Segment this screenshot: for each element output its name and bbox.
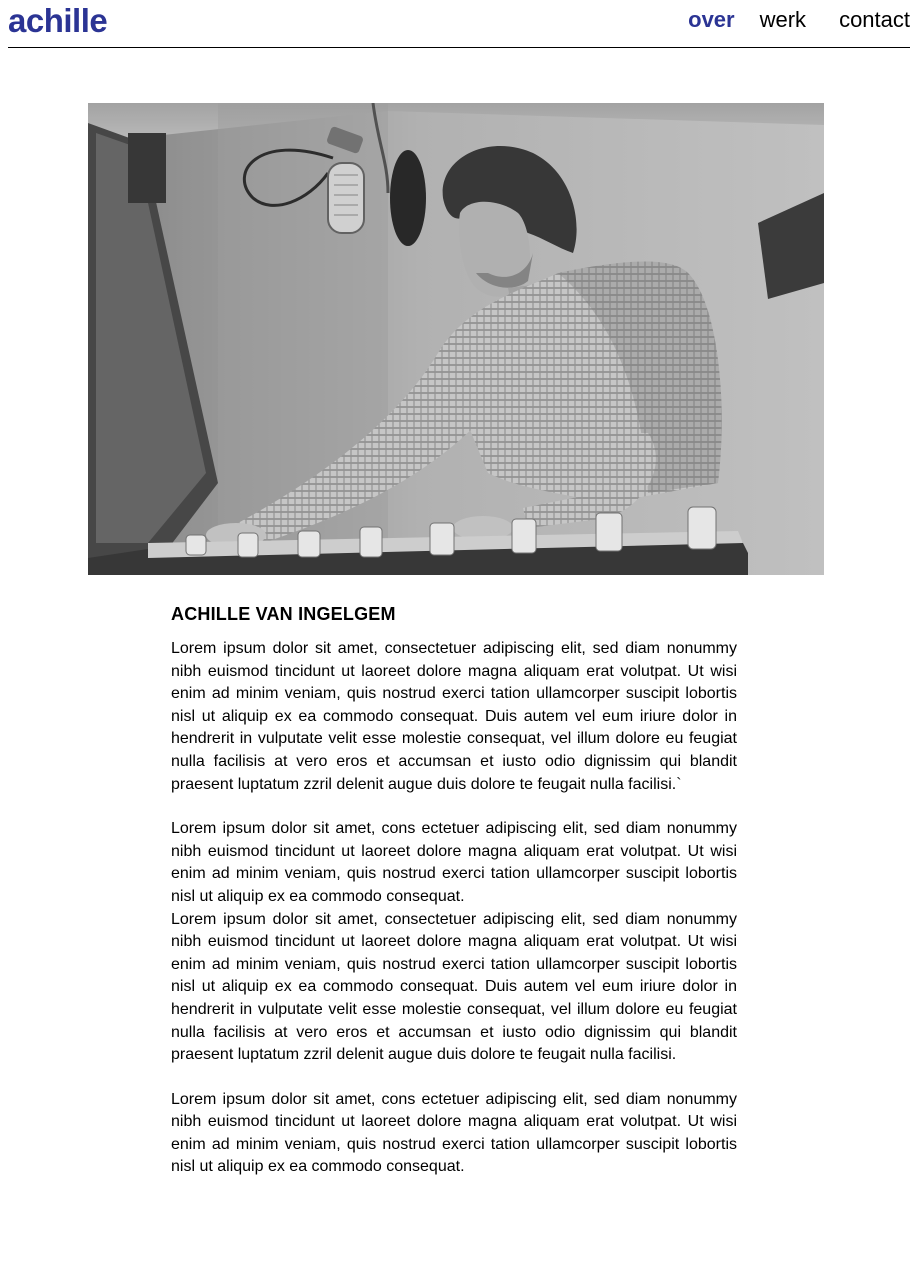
bio-paragraph: Lorem ipsum dolor sit amet, consectetuer… — [171, 640, 737, 793]
about-section: ACHILLE VAN INGELGEM Lorem ipsum dolor s… — [171, 602, 737, 1179]
site-header: achille over werk contact — [0, 0, 910, 48]
bio-paragraph: Lorem ipsum dolor sit amet, consectetuer… — [171, 910, 737, 1064]
portrait-photo-icon — [88, 103, 824, 575]
bio-paragraph: Lorem ipsum dolor sit amet, cons ectetue… — [171, 820, 737, 905]
bio-paragraph: Lorem ipsum dolor sit amet, cons ectetue… — [171, 1090, 737, 1176]
nav-item-contact[interactable]: contact — [839, 6, 910, 34]
header-divider — [8, 47, 910, 48]
nav-item-werk[interactable]: werk — [760, 6, 806, 34]
page-title: ACHILLE VAN INGELGEM — [171, 604, 396, 624]
hero-photo — [88, 103, 824, 575]
nav-item-over[interactable]: over — [688, 6, 734, 34]
site-logo[interactable]: achille — [8, 2, 108, 40]
main-nav: over werk contact — [688, 6, 910, 34]
